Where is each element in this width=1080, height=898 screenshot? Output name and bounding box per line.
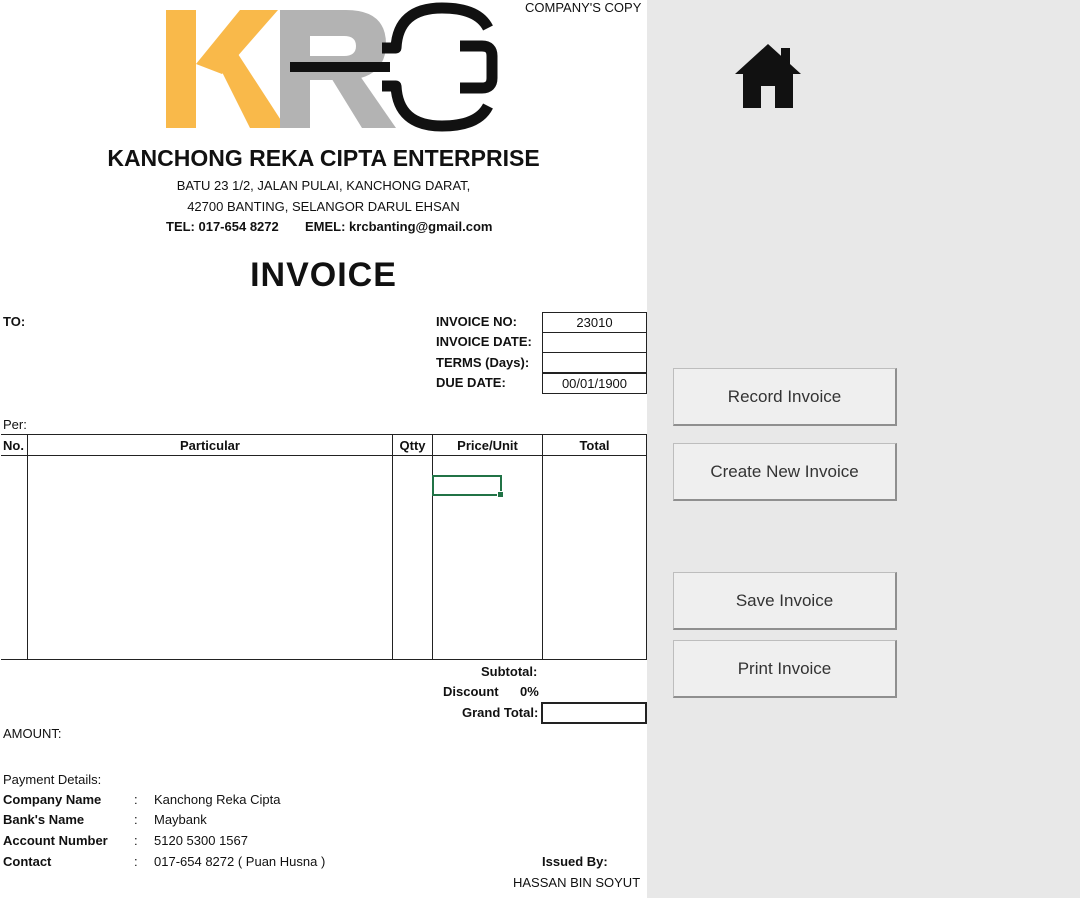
due-date-field[interactable]: 00/01/1900: [542, 373, 647, 394]
krc-logo: [166, 2, 498, 132]
company-copy-label: COMPANY'S COPY: [525, 0, 642, 15]
payment-label-account: Account Number: [3, 833, 108, 848]
discount-value: 0%: [520, 684, 539, 699]
per-label: Per:: [3, 417, 27, 432]
col-header-price-unit: Price/Unit: [457, 438, 518, 453]
payment-value-company: Kanchong Reka Cipta: [154, 792, 281, 807]
subtotal-label: Subtotal:: [481, 664, 538, 679]
payment-label-company: Company Name: [3, 792, 102, 807]
record-invoice-button[interactable]: Record Invoice: [673, 368, 897, 426]
save-invoice-button[interactable]: Save Invoice: [673, 572, 897, 630]
terms-field[interactable]: [542, 352, 647, 373]
company-email: EMEL: krcbanting@gmail.com: [305, 219, 493, 234]
payment-value-account: 5120 5300 1567: [154, 833, 248, 848]
home-icon[interactable]: [735, 44, 801, 108]
payment-sep: :: [134, 792, 138, 807]
grand-total-label: Grand Total:: [462, 705, 539, 720]
col-header-particular: Particular: [180, 438, 240, 453]
payment-sep: :: [134, 812, 138, 827]
payment-sep: :: [134, 833, 138, 848]
to-label: TO:: [3, 314, 26, 329]
invoice-no-field[interactable]: 23010: [542, 312, 647, 333]
invoice-title: INVOICE: [250, 256, 397, 294]
issued-by-name: HASSAN BIN SOYUT: [513, 875, 641, 890]
due-date-label: DUE DATE:: [436, 375, 506, 390]
amount-label: AMOUNT:: [3, 726, 62, 741]
payment-details-title: Payment Details:: [3, 772, 102, 787]
company-name: KANCHONG REKA CIPTA ENTERPRISE: [107, 145, 540, 171]
col-header-no: No.: [3, 438, 24, 453]
issued-by-label: Issued By:: [542, 854, 608, 869]
payment-value-bank: Maybank: [154, 812, 207, 827]
invoice-sheet: COMPANY'S COPY KANCHONG REKA CIPTA ENTER…: [0, 0, 647, 898]
invoice-date-label: INVOICE DATE:: [436, 334, 532, 349]
payment-label-contact: Contact: [3, 854, 52, 869]
invoice-date-field[interactable]: [542, 332, 647, 353]
col-header-total: Total: [579, 438, 610, 453]
print-invoice-button[interactable]: Print Invoice: [673, 640, 897, 698]
col-header-qtty: Qtty: [399, 438, 426, 453]
company-address-line2: 42700 BANTING, SELANGOR DARUL EHSAN: [187, 199, 460, 214]
payment-label-bank: Bank's Name: [3, 812, 85, 827]
selected-cell[interactable]: [432, 475, 504, 498]
payment-value-contact: 017-654 8272 ( Puan Husna ): [154, 854, 326, 869]
terms-label: TERMS (Days):: [436, 355, 530, 370]
discount-label: Discount: [443, 684, 499, 699]
grand-total-field[interactable]: [541, 702, 647, 724]
invoice-no-label: INVOICE NO:: [436, 314, 517, 329]
payment-sep: :: [134, 854, 138, 869]
create-new-invoice-button[interactable]: Create New Invoice: [673, 443, 897, 501]
company-address-line1: BATU 23 1/2, JALAN PULAI, KANCHONG DARAT…: [176, 178, 471, 193]
company-tel: TEL: 017-654 8272: [166, 219, 279, 234]
